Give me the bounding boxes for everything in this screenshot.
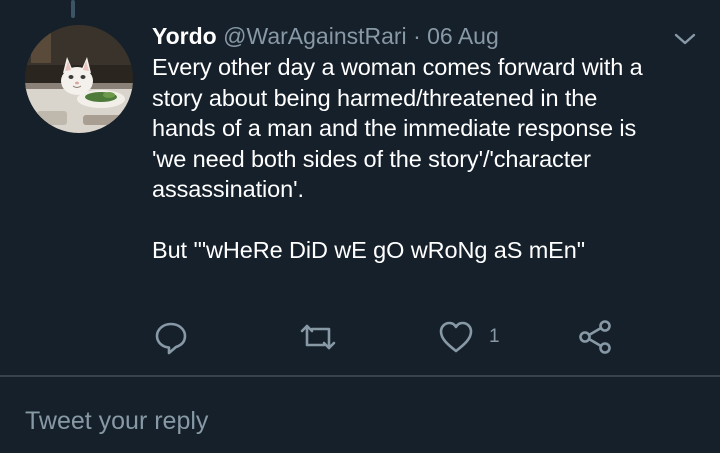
retweet-icon	[300, 324, 336, 350]
tweet-text: Every other day a woman comes forward wi…	[152, 54, 643, 263]
avatar[interactable]	[25, 25, 133, 133]
heart-icon	[439, 321, 473, 353]
chevron-down-icon[interactable]	[672, 30, 698, 48]
thread-connector-line	[71, 0, 75, 18]
tweet-content: Yordo @WarAgainstRari · 06 Aug Every oth…	[152, 20, 672, 266]
like-count: 1	[489, 326, 500, 347]
tweet-detail-page: Yordo @WarAgainstRari · 06 Aug Every oth…	[0, 0, 720, 453]
tweet-date[interactable]: 06 Aug	[427, 23, 499, 49]
header-separator: ·	[413, 23, 421, 49]
user-handle[interactable]: @WarAgainstRari	[223, 23, 407, 49]
tweet-header: Yordo @WarAgainstRari · 06 Aug	[152, 20, 672, 52]
display-name[interactable]: Yordo	[152, 23, 217, 49]
reply-input-placeholder[interactable]: Tweet your reply	[25, 407, 208, 436]
reply-button[interactable]	[152, 318, 190, 356]
tweet-actions: 1	[152, 318, 632, 358]
share-button[interactable]	[576, 318, 614, 356]
like-button[interactable]: 1	[437, 318, 500, 356]
reply-compose-box[interactable]: Tweet your reply	[0, 377, 720, 453]
retweet-button[interactable]	[298, 318, 338, 356]
avatar-cat-image	[25, 25, 133, 133]
reply-icon	[155, 322, 187, 355]
share-icon	[579, 320, 611, 354]
